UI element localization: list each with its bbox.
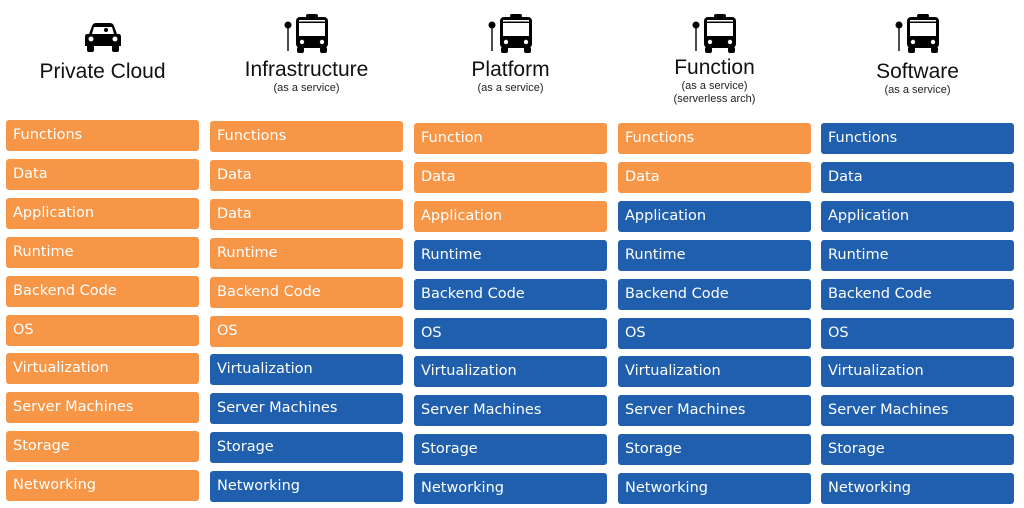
- layer-data: Data: [6, 158, 199, 190]
- layer-data: Data: [618, 161, 811, 193]
- layer-runtime: Runtime: [210, 237, 403, 269]
- layer-server-machines: Server Machines: [414, 395, 607, 427]
- layer-storage: Storage: [210, 432, 403, 464]
- layer-storage: Storage: [618, 434, 811, 466]
- column-subtitle: (as a service): [884, 84, 951, 96]
- layer-virtualization: Virtualization: [210, 354, 403, 386]
- column-title: Software: [876, 60, 959, 83]
- bus-stop-icon: [692, 14, 738, 59]
- column-title: Private Cloud: [39, 60, 166, 83]
- layer-runtime: Runtime: [6, 236, 199, 268]
- layer-os: OS: [6, 314, 199, 346]
- layer-application: Application: [414, 200, 607, 232]
- layer-os: OS: [414, 317, 607, 349]
- layer-virtualization: Virtualization: [618, 356, 811, 388]
- layer-application: Application: [618, 200, 811, 232]
- layer-os: OS: [618, 317, 811, 349]
- bus-stop-icon: [895, 14, 941, 59]
- layer-functions: Functions: [6, 120, 199, 151]
- column-header: Software (as a service): [821, 60, 1014, 97]
- layer-networking: Networking: [210, 471, 403, 503]
- layer-backend-code: Backend Code: [821, 278, 1014, 310]
- layer-backend-code: Backend Code: [210, 276, 403, 308]
- layer-storage: Storage: [6, 431, 199, 463]
- layer-networking: Networking: [414, 473, 607, 505]
- column-header: Platform (as a service): [414, 58, 607, 95]
- column-title: Platform: [471, 58, 550, 81]
- layer-runtime: Runtime: [821, 239, 1014, 271]
- layer-networking: Networking: [618, 473, 811, 505]
- layer-virtualization: Virtualization: [414, 356, 607, 388]
- column-header: Function (as a service) (serverless arch): [618, 56, 811, 106]
- layer-backend-code: Backend Code: [618, 278, 811, 310]
- layer-os: OS: [210, 315, 403, 347]
- layer-os: OS: [821, 317, 1014, 349]
- layer-runtime: Runtime: [414, 239, 607, 271]
- column-title: Infrastructure: [244, 58, 369, 81]
- column-subtitle: (as a service): [681, 80, 748, 92]
- column-title: Function: [674, 56, 755, 79]
- layer-server-machines: Server Machines: [618, 395, 811, 427]
- layer-backend-code: Backend Code: [414, 278, 607, 310]
- column-subtitle: (as a service): [477, 82, 544, 94]
- bus-stop-icon: [284, 14, 330, 59]
- layer-virtualization: Virtualization: [821, 356, 1014, 388]
- layer-networking: Networking: [6, 470, 199, 502]
- layer-functions: Functions: [618, 123, 811, 154]
- column-subtitle: (serverless arch): [673, 93, 756, 105]
- layer-virtualization: Virtualization: [6, 353, 199, 385]
- layer-server-machines: Server Machines: [6, 392, 199, 424]
- layer-application: Application: [821, 200, 1014, 232]
- layer-server-machines: Server Machines: [821, 395, 1014, 427]
- layer-storage: Storage: [414, 434, 607, 466]
- bus-stop-icon: [488, 14, 534, 59]
- layer-data: Data: [821, 161, 1014, 193]
- layer-data: Data: [210, 198, 403, 230]
- column-header: Private Cloud: [6, 60, 199, 84]
- column-subtitle: (as a service): [273, 82, 340, 94]
- column-header: Infrastructure (as a service): [210, 58, 403, 95]
- layer-data: Data: [414, 161, 607, 193]
- layer-runtime: Runtime: [618, 239, 811, 271]
- layer-server-machines: Server Machines: [210, 393, 403, 425]
- layer-backend-code: Backend Code: [6, 275, 199, 307]
- car-icon: [84, 22, 122, 59]
- layer-networking: Networking: [821, 473, 1014, 505]
- layer-function: Function: [414, 123, 607, 154]
- layer-application: Application: [6, 197, 199, 229]
- layer-functions: Functions: [821, 123, 1014, 154]
- layer-functions: Functions: [210, 121, 403, 152]
- layer-storage: Storage: [821, 434, 1014, 466]
- layer-data: Data: [210, 159, 403, 191]
